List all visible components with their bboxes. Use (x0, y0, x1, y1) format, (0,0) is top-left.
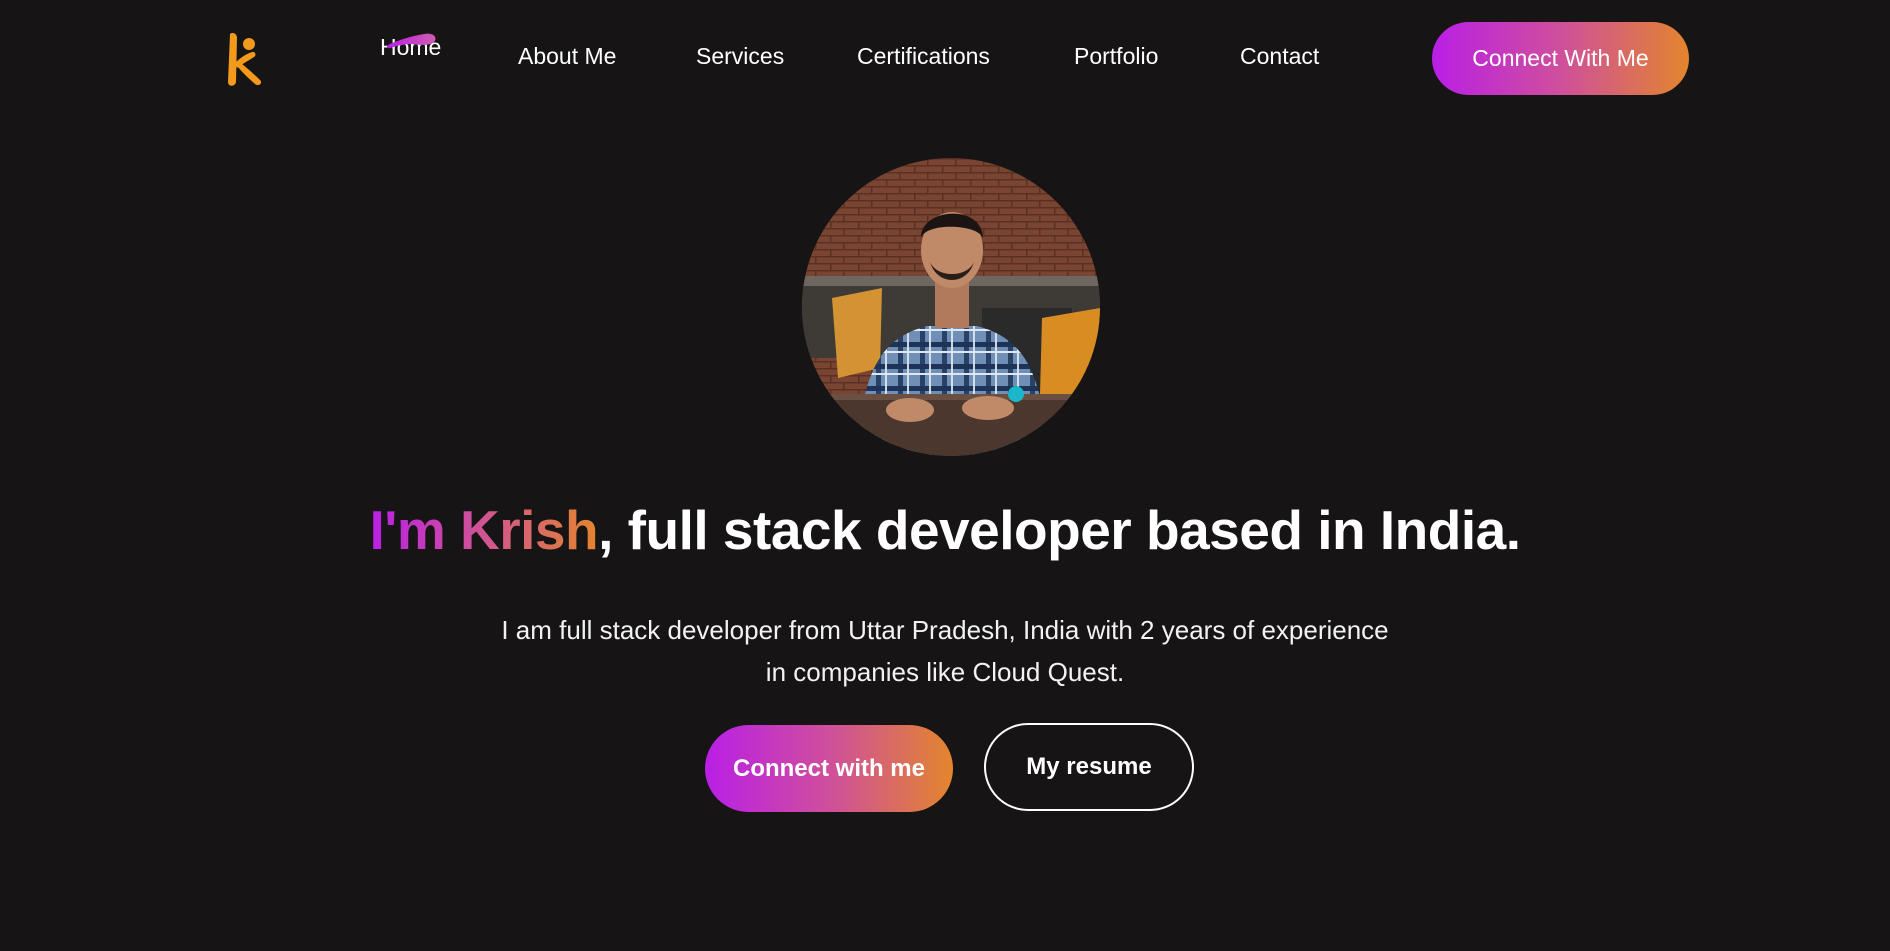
nav-item-contact[interactable]: Contact (1240, 43, 1319, 70)
active-nav-underline-icon (386, 30, 438, 50)
connect-with-me-hero-button[interactable]: Connect with me (705, 725, 953, 812)
hero-name-highlight: I'm Krish (369, 499, 599, 561)
connect-with-me-nav-button[interactable]: Connect With Me (1432, 22, 1689, 95)
profile-photo (802, 158, 1100, 456)
hero-description-line-2: in companies like Cloud Quest. (765, 657, 1125, 687)
page: Home About Me Services Certifications Po… (0, 0, 1890, 951)
hero-headline-rest: , full stack developer based in India. (598, 499, 1521, 561)
my-resume-button[interactable]: My resume (984, 723, 1194, 811)
hero-description: I am full stack developer from Uttar Pra… (445, 609, 1445, 693)
nav-item-portfolio[interactable]: Portfolio (1074, 43, 1158, 70)
nav-item-services[interactable]: Services (696, 43, 784, 70)
nav-item-certifications[interactable]: Certifications (857, 43, 990, 70)
hero-headline: I'm Krish, full stack developer based in… (0, 498, 1890, 562)
hero-description-line-1: I am full stack developer from Uttar Pra… (501, 615, 1389, 645)
nav-item-about-me[interactable]: About Me (518, 43, 616, 70)
